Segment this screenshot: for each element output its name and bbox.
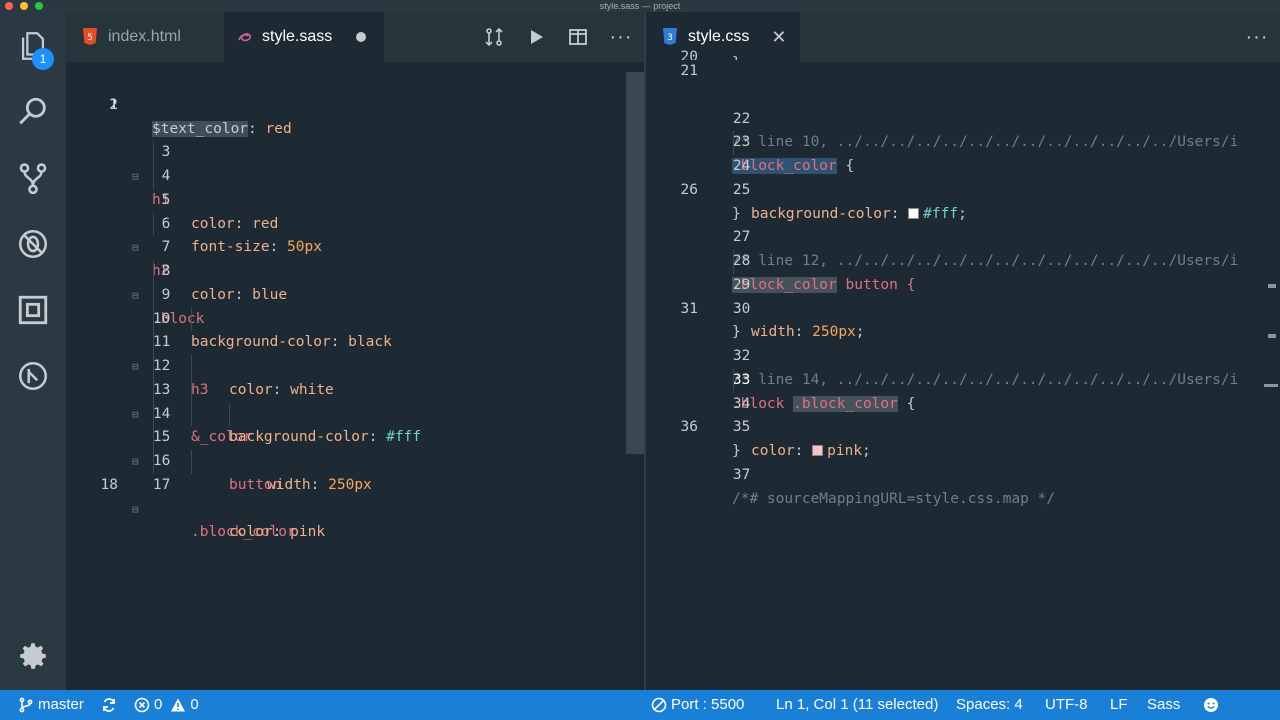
tab-style-sass[interactable]: style.sass [224,12,384,62]
window-title: style.sass — project [599,1,681,11]
unsaved-dot-icon[interactable] [356,32,367,42]
more-actions-icon[interactable]: ··· [1246,26,1268,48]
tab-index-html[interactable]: 5 index.html [80,12,228,62]
fold-icon[interactable]: ⊟ [132,498,139,522]
run-icon[interactable] [525,26,547,48]
cursor-position[interactable]: Ln 1, Col 1 (11 selected) [776,690,938,720]
split-editor-icon[interactable] [567,26,589,48]
warning-icon [171,698,186,712]
svg-text:3: 3 [667,33,673,43]
remote-icon[interactable] [13,356,53,396]
encoding[interactable]: UTF-8 [1045,690,1088,720]
explorer-badge: 1 [32,48,54,70]
branch-icon [19,697,33,713]
branch-indicator[interactable]: master [18,690,84,720]
extensions-icon[interactable] [13,290,53,330]
sass-code[interactable]: 1 $text_color: red 2 3 ⊟ h1 4 color: red… [66,70,644,541]
search-icon[interactable] [13,92,53,132]
indentation[interactable]: Spaces: 4 [956,690,1023,720]
feedback-icon[interactable] [1203,690,1223,720]
right-editor-group: 3 style.css ✕ ··· 20 } 21 22 /* line 10,… [646,12,1280,690]
debug-icon[interactable] [13,224,53,264]
language-mode[interactable]: Sass [1147,690,1180,720]
activity-bar: 1 [0,12,66,690]
line-ending[interactable]: LF [1110,690,1128,720]
error-icon [134,697,150,713]
html5-icon: 5 [83,28,97,45]
left-scrollbar[interactable] [626,72,644,454]
live-server-port[interactable]: Port : 5500 [651,690,744,720]
tab-label: style.css [688,28,750,45]
svg-text:5: 5 [87,33,93,43]
tab-label: style.sass [262,28,333,45]
open-changes-icon[interactable] [483,26,505,48]
gear-icon[interactable] [13,636,53,676]
css3-icon: 3 [663,28,677,45]
css-code[interactable]: 20 } 21 22 /* line 10, ../../../../../..… [646,48,1280,507]
title-bar: style.sass — project [0,0,1280,12]
problems-indicator[interactable]: 0 0 [134,690,199,720]
sync-icon[interactable] [101,690,121,720]
blocked-icon [651,697,667,713]
status-bar: master 0 0 Port : 5500 Ln 1, Col 1 (11 s… [0,690,1280,720]
more-actions-icon[interactable]: ··· [610,26,632,48]
left-tab-bar: 5 index.html style.sass ··· [66,12,644,62]
source-control-icon[interactable] [13,158,53,198]
tab-label: index.html [108,28,181,45]
code-line: 1 $text_color: red [109,96,292,137]
sass-icon [238,33,251,42]
close-tab-icon[interactable]: ✕ [771,27,786,48]
left-editor-group: 5 index.html style.sass ··· 1 $text_colo… [66,12,644,690]
